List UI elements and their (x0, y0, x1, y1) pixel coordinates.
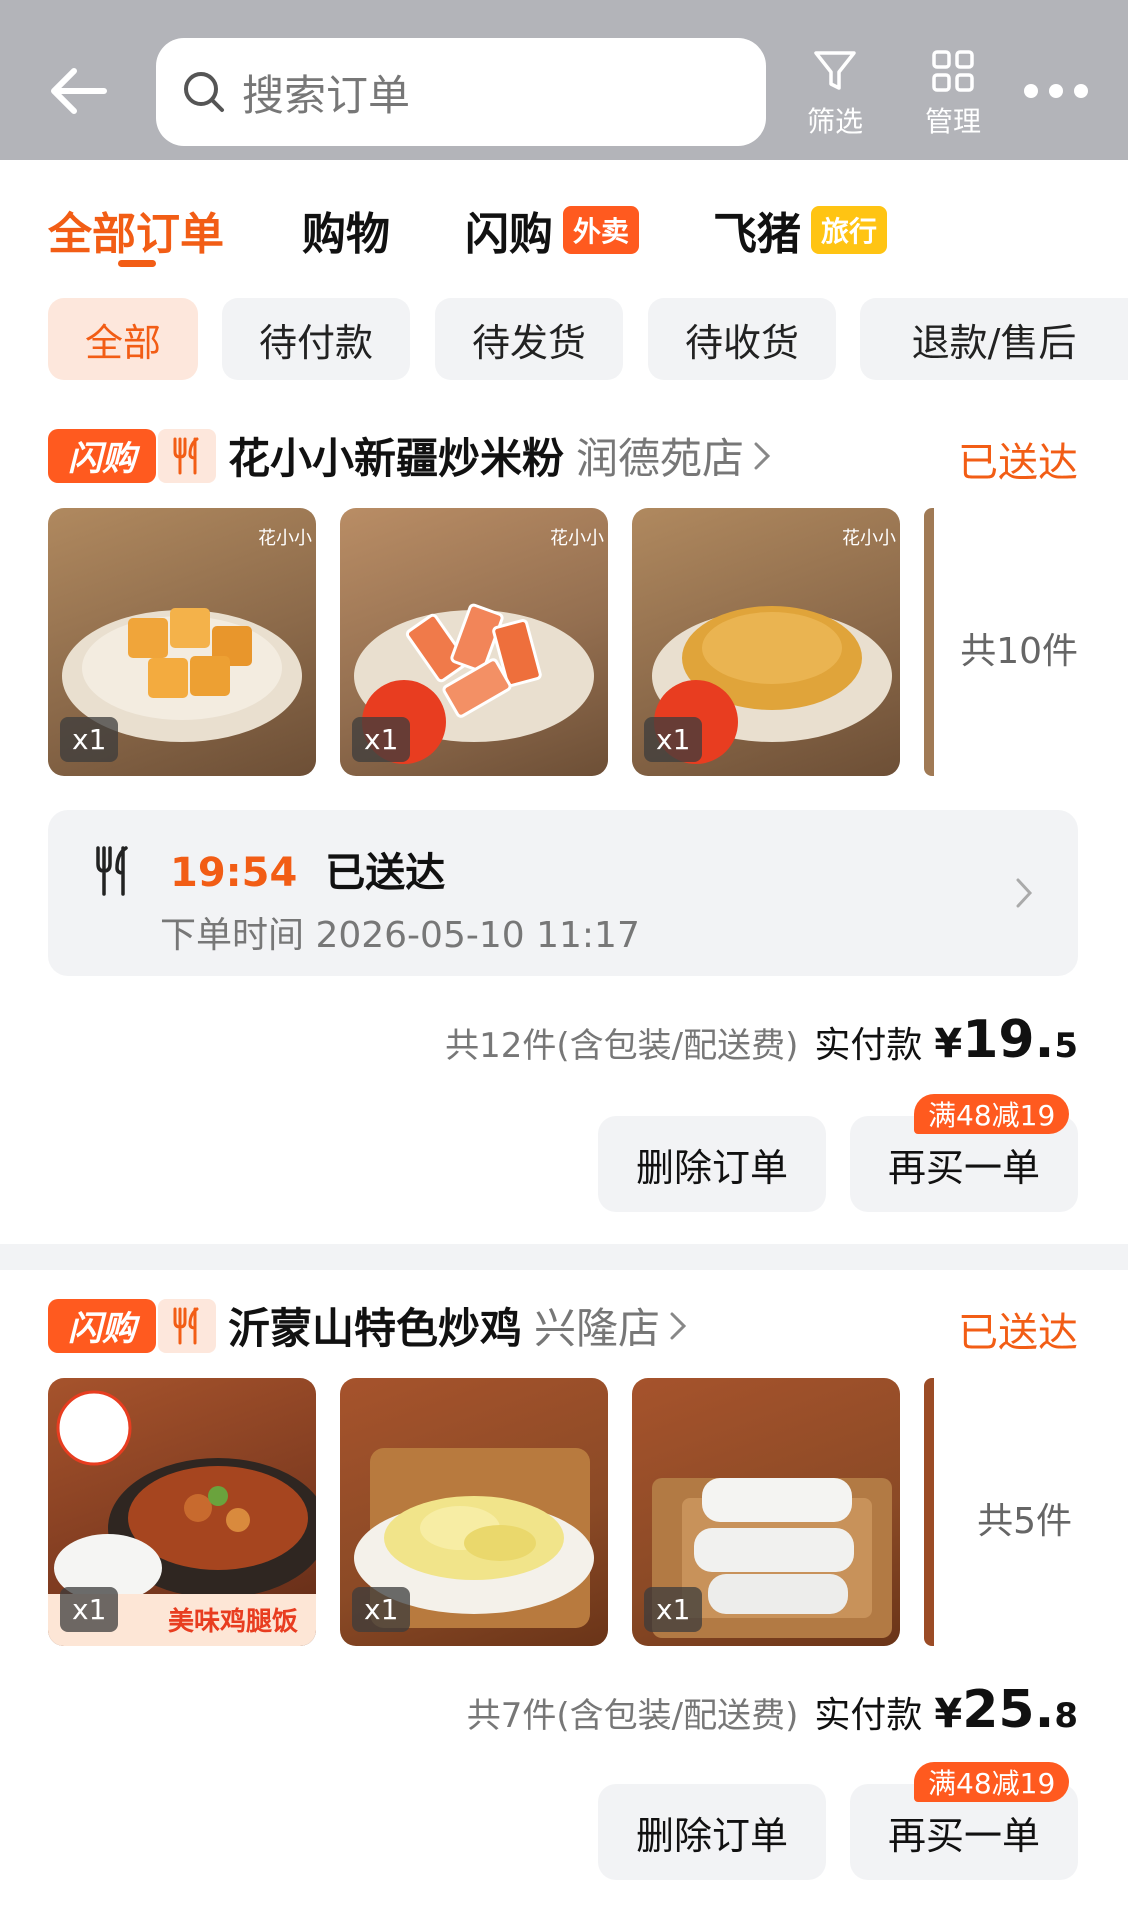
product-thumbnails[interactable]: 美味鸡腿饭 x1 x1 x1 (48, 1378, 934, 1646)
delivery-time: 19:54 (170, 850, 298, 896)
store-branch: 兴隆店 (534, 1304, 661, 1353)
order-card[interactable]: 闪购 花小小新疆炒米粉 润德苑店 已送达 花小小 x1 花小小 x1 花小小 x… (0, 400, 1128, 1244)
fork-knife-icon (96, 846, 128, 896)
filter-label: 筛选 (806, 105, 863, 138)
product-thumb-partial (924, 508, 934, 776)
store-name: 花小小新疆炒米粉 (228, 434, 565, 483)
amount-main: 19. (962, 1010, 1055, 1070)
svg-text:花小小: 花小小 (258, 528, 312, 549)
manage-label: 管理 (924, 105, 981, 138)
amount-main: 25. (962, 1680, 1055, 1740)
delivery-info-panel[interactable]: 19:54 已送达 下单时间 2026-05-10 11:17 (48, 810, 1078, 976)
order-status: 已送达 (958, 1310, 1078, 1356)
active-tab-indicator (118, 260, 156, 267)
currency-symbol: ¥ (934, 1021, 963, 1067)
promo-badge: 满48减19 (914, 1094, 1070, 1134)
chevron-right-icon (754, 442, 771, 469)
chevron-right-icon (1016, 878, 1033, 908)
delivery-status: 已送达 (325, 850, 446, 896)
filter-refund[interactable]: 退款/售后 (860, 298, 1128, 380)
order-tabs: 全部订单 购物 闪购 外卖 飞猪 旅行 (0, 160, 1128, 290)
svg-text:美味鸡腿饭: 美味鸡腿饭 (168, 1606, 298, 1637)
search-icon (184, 72, 224, 112)
product-thumb-fried-soybeans[interactable]: 花小小 x1 (632, 508, 900, 776)
store-header[interactable]: 闪购 沂蒙山特色炒鸡 兴隆店 (48, 1295, 688, 1356)
product-thumb-crab-sticks[interactable]: 花小小 x1 (340, 508, 608, 776)
more-icon[interactable] (1024, 84, 1088, 98)
manage-button[interactable]: 管理 (908, 48, 998, 140)
product-thumb-partial (924, 1378, 934, 1646)
summary-count: 共12件(含包装/配送费) (445, 1026, 799, 1066)
back-arrow-icon[interactable] (48, 66, 108, 116)
top-bar: 搜索订单 筛选 管理 (0, 0, 1128, 160)
product-thumb-stir-fried-chicken[interactable]: 美味鸡腿饭 x1 (48, 1378, 316, 1646)
order-status: 已送达 (958, 440, 1078, 486)
tab-fliggy[interactable]: 飞猪 旅行 (713, 198, 888, 262)
fork-knife-icon (158, 1298, 216, 1353)
quantity-badge: x1 (60, 717, 119, 762)
tab-shopping[interactable]: 购物 (302, 198, 390, 262)
amount-decimal: 5 (1054, 1026, 1078, 1066)
product-thumb-fried-tofu[interactable]: 花小小 x1 (48, 508, 316, 776)
funnel-icon (814, 51, 856, 90)
delivery-time-row: 19:54 已送达 (170, 840, 445, 898)
amount-decimal: 8 (1054, 1696, 1078, 1736)
payment-summary: 共12件(含包装/配送费) 实付款 ¥ 19. 5 (445, 1010, 1078, 1070)
promo-badge: 满48减19 (914, 1762, 1070, 1802)
total-items-label: 共5件 (977, 1501, 1072, 1542)
filter-all[interactable]: 全部 (48, 298, 198, 380)
delete-order-button[interactable]: 删除订单 (598, 1116, 826, 1212)
flash-badge: 闪购 (48, 428, 156, 483)
summary-count: 共7件(含包装/配送费) (466, 1696, 799, 1736)
tab-all-orders[interactable]: 全部订单 (48, 198, 224, 262)
quantity-badge: x1 (352, 717, 411, 762)
currency-symbol: ¥ (934, 1691, 963, 1737)
tab-flash[interactable]: 闪购 外卖 (465, 198, 640, 262)
quantity-badge: x1 (644, 717, 703, 762)
quantity-badge: x1 (352, 1587, 411, 1632)
store-header[interactable]: 闪购 花小小新疆炒米粉 润德苑店 (48, 425, 772, 486)
status-filters: 全部 待付款 待发货 待收货 退款/售后 (0, 290, 1128, 400)
order-time: 下单时间 2026-05-10 11:17 (160, 915, 640, 956)
payment-summary: 共7件(含包装/配送费) 实付款 ¥ 25. 8 (467, 1680, 1078, 1740)
quantity-badge: x1 (60, 1587, 119, 1632)
quantity-badge: x1 (644, 1587, 703, 1632)
product-thumb-napa-cabbage[interactable]: x1 (340, 1378, 608, 1646)
store-name: 沂蒙山特色炒鸡 (228, 1304, 523, 1353)
filter-pending-receipt[interactable]: 待收货 (648, 298, 836, 380)
paid-label: 实付款 (814, 1695, 923, 1736)
search-input[interactable]: 搜索订单 (156, 38, 766, 146)
filter-button[interactable]: 筛选 (790, 48, 880, 140)
product-thumbnails[interactable]: 花小小 x1 花小小 x1 花小小 x1 (48, 508, 934, 776)
delete-order-button[interactable]: 删除订单 (598, 1784, 826, 1880)
product-thumb-glass-noodles[interactable]: x1 (632, 1378, 900, 1646)
svg-text:花小小: 花小小 (550, 528, 604, 549)
order-card[interactable]: 闪购 沂蒙山特色炒鸡 兴隆店 已送达 美味鸡腿饭 x1 x1 x1 共5件 共7… (0, 1270, 1128, 1920)
grid-icon (932, 50, 974, 92)
fork-knife-icon (158, 428, 216, 483)
filter-pending-payment[interactable]: 待付款 (222, 298, 410, 380)
total-items-label: 共10件 (960, 631, 1078, 672)
svg-text:花小小: 花小小 (842, 528, 896, 549)
search-placeholder: 搜索订单 (242, 70, 411, 120)
paid-label: 实付款 (814, 1025, 923, 1066)
flash-badge: 闪购 (48, 1298, 156, 1353)
tab-badge-travel: 旅行 (811, 206, 888, 254)
store-branch: 润德苑店 (576, 434, 745, 483)
chevron-right-icon (670, 1312, 687, 1339)
tab-badge-takeout: 外卖 (563, 206, 640, 254)
filter-pending-shipment[interactable]: 待发货 (435, 298, 623, 380)
